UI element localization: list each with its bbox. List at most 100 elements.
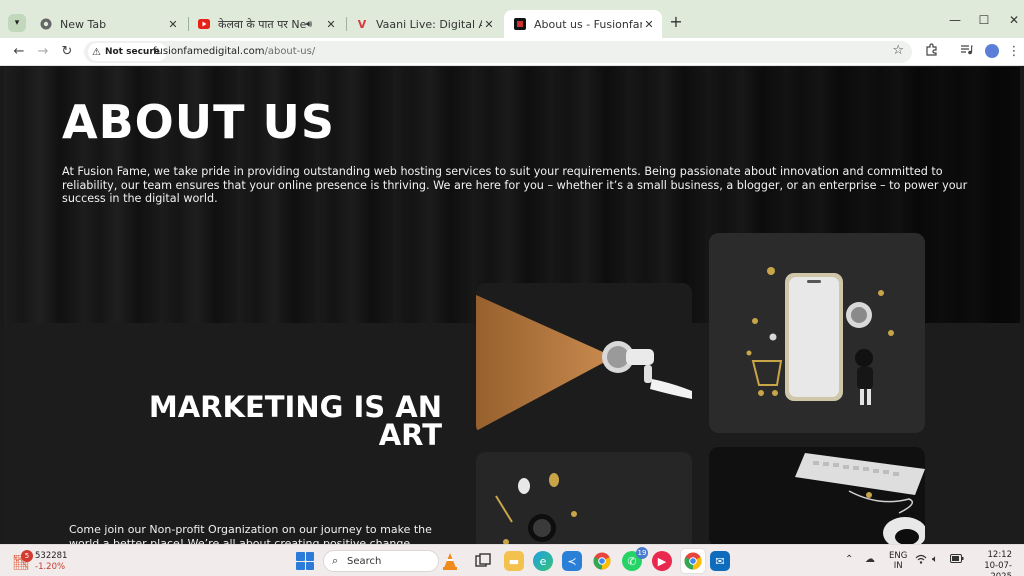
kebab-menu-icon: ⋮	[1007, 44, 1021, 59]
maximize-icon: ☐	[978, 13, 990, 27]
phone-icon: ✆	[627, 554, 637, 568]
language-indicator[interactable]: ENG IN	[889, 551, 907, 571]
minimize-icon: —	[949, 13, 961, 27]
close-icon[interactable]: ✕	[482, 18, 496, 31]
url-domain: fusionfamedigital.com	[153, 46, 265, 57]
whatsapp-icon[interactable]: ✆ 19	[622, 547, 648, 571]
play-icon: ▶	[657, 554, 667, 568]
traffic-cone-icon	[443, 553, 457, 570]
windows-taskbar: 📉︎ 5 532281 -1.20% ⌕ Search ▬ e ≺ ✆ 19 ▶…	[0, 544, 1024, 576]
edge-logo-icon: e	[539, 554, 547, 568]
battery-icon[interactable]	[950, 554, 964, 566]
vaani-icon: V	[357, 17, 367, 31]
close-icon[interactable]: ✕	[324, 18, 338, 31]
url-path: /about-us/	[264, 46, 316, 57]
region-code: IN	[893, 561, 903, 571]
marketing-heading: MARKETING IS AN ART	[82, 390, 442, 452]
close-window-button[interactable]: ✕	[1005, 13, 1023, 27]
youtube-icon	[198, 18, 210, 30]
stock-change: -1.20%	[35, 562, 66, 572]
windows-logo-icon	[296, 561, 305, 570]
vscode-icon[interactable]: ≺	[562, 551, 582, 571]
marketing-heading-line: MARKETING IS AN	[148, 390, 442, 424]
reload-button[interactable]: ↻	[58, 43, 76, 61]
extensions-button[interactable]	[922, 43, 940, 61]
outlook-icon[interactable]: ✉	[710, 551, 730, 571]
maximize-button[interactable]: ☐	[975, 13, 993, 27]
marketing-heading-line: ART	[378, 418, 442, 452]
playlist-icon	[960, 45, 973, 55]
clock-time: 12:12	[987, 550, 1013, 560]
stock-value: 532281	[35, 551, 68, 561]
url-text[interactable]: fusionfamedigital.com/about-us/	[153, 46, 315, 57]
smartphone-shopping-image	[709, 233, 925, 433]
show-hidden-icons-button[interactable]: ⌃	[845, 554, 853, 565]
vlc-app-icon[interactable]	[440, 551, 460, 571]
close-icon[interactable]: ✕	[642, 18, 656, 31]
media-player-icon[interactable]: ▶	[652, 551, 672, 571]
notification-badge: 5	[21, 550, 33, 562]
address-bar[interactable]: ⚠ Not secure fusionfamedigital.com/about…	[84, 41, 912, 63]
chrome-taskbar-icon[interactable]	[592, 551, 612, 571]
windows-logo-icon	[305, 561, 314, 570]
mail-icon: ✉	[715, 554, 725, 568]
bookmark-star-icon[interactable]: ☆	[892, 43, 904, 58]
folder-icon: ▬	[508, 554, 520, 568]
keyboard-image	[709, 447, 925, 544]
menu-button[interactable]: ⋮	[1005, 43, 1023, 61]
close-icon[interactable]: ✕	[166, 18, 180, 31]
wifi-icon[interactable]	[915, 554, 927, 567]
tab-youtube[interactable]: केलवा के पात पर New Version 🔊︎ ✕	[188, 10, 344, 38]
forward-button[interactable]: →	[34, 43, 52, 61]
windows-logo-icon	[305, 552, 314, 561]
tab-label: Vaani Live: Digital Agency, Web	[376, 17, 482, 31]
arrow-left-icon: ←	[13, 44, 25, 59]
speaker-icon[interactable]: 🔊︎	[306, 19, 318, 30]
back-button[interactable]: ←	[10, 43, 28, 61]
chevron-up-icon: ⌃	[845, 554, 854, 565]
warning-icon: ⚠	[92, 46, 101, 58]
tab-strip: ▾ New Tab ✕ केलवा के पात पर New Version …	[0, 0, 1024, 38]
language-code: ENG	[889, 551, 908, 561]
stock-widget[interactable]: 📉︎ 5 532281 -1.20%	[12, 549, 72, 573]
tab-vaani[interactable]: V Vaani Live: Digital Agency, Web ✕	[346, 10, 502, 38]
edge-icon[interactable]: e	[533, 551, 553, 571]
minimize-button[interactable]: —	[946, 13, 964, 27]
tab-about-us[interactable]: About us - Fusionfame Digital ✕	[504, 10, 662, 38]
new-tab-button[interactable]: +	[667, 14, 685, 32]
close-icon: ✕	[1008, 13, 1020, 27]
file-explorer-icon[interactable]: ▬	[504, 551, 524, 571]
plus-icon: +	[669, 12, 683, 31]
search-label: Search	[347, 556, 382, 567]
tab-label: New Tab	[60, 17, 107, 31]
marketing-paragraph: Come join our Non-profit Organization on…	[69, 523, 432, 544]
reload-icon: ↻	[61, 44, 73, 59]
start-button[interactable]	[296, 552, 314, 570]
network-status-icon[interactable]: ☁	[865, 554, 875, 565]
page-title: ABOUT US	[62, 95, 335, 149]
chrome-icon	[684, 552, 702, 570]
chrome-active-icon[interactable]	[683, 551, 703, 571]
profile-avatar[interactable]	[985, 44, 999, 58]
notification-badge: 19	[636, 547, 648, 559]
volume-icon[interactable]: 🔈︎	[932, 554, 938, 565]
chrome-icon	[40, 18, 52, 30]
tab-new-tab[interactable]: New Tab ✕	[30, 10, 186, 38]
system-clock[interactable]: 12:12 10-07-2025	[982, 550, 1012, 576]
about-paragraph: At Fusion Fame, we take pride in providi…	[62, 165, 968, 206]
megaphone-image	[476, 283, 692, 435]
windows-logo-icon	[296, 552, 305, 561]
security-label: Not secure	[104, 47, 160, 57]
task-view-icon[interactable]	[473, 551, 493, 571]
taskbar-search[interactable]: ⌕ Search	[323, 550, 439, 572]
search-icon: ⌕	[332, 554, 339, 567]
tab-label: केलवा के पात पर New Version	[218, 17, 306, 31]
clock-date: 10-07-2025	[984, 561, 1012, 576]
browser-toolbar: ← → ↻ ⚠ Not secure fusionfamedigital.com…	[0, 38, 1024, 66]
tab-label: About us - Fusionfame Digital	[534, 17, 642, 31]
tab-search-button[interactable]: ▾	[8, 14, 26, 32]
fusionfame-icon	[514, 18, 526, 30]
task-view-icon	[475, 553, 491, 567]
media-controls-button[interactable]	[957, 43, 975, 61]
chevron-down-icon: ▾	[14, 18, 20, 28]
